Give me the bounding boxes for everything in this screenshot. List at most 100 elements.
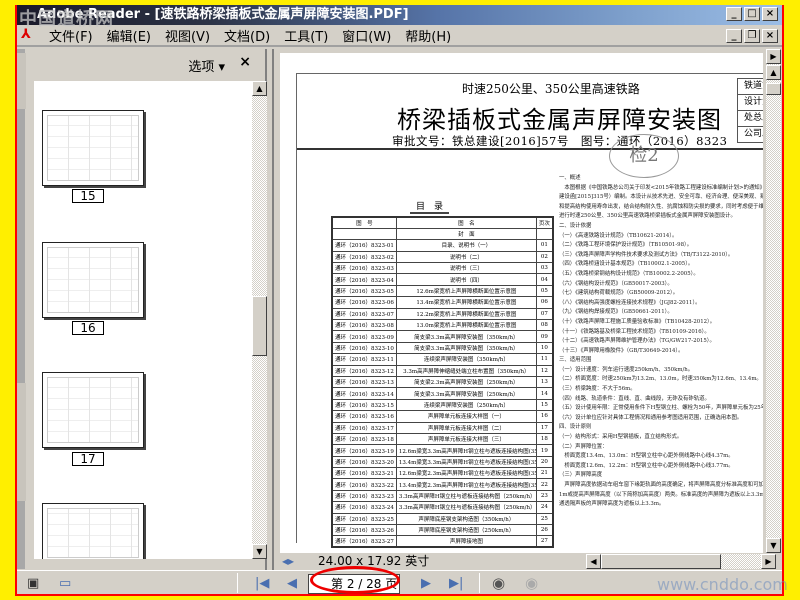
toc-cell: 12.6m梁宽3.3m高声屏障H钢立柱与遮板连接结构图(350km/h): [395, 444, 537, 457]
previous-page-icon[interactable]: ◀: [287, 576, 297, 591]
toc-cell: 26: [535, 524, 554, 537]
adobe-reader-window: 中国道桥网 Adobe Reader - [速铁路桥梁插板式金属声屏障安装图.P…: [15, 5, 788, 596]
page-thumbnail-16[interactable]: [42, 242, 144, 318]
toc-cell: 通环（2016）8323-13: [331, 375, 397, 389]
scroll-thumb[interactable]: [252, 296, 267, 356]
panel-close-button[interactable]: ×: [239, 54, 251, 70]
toc-cell: 通环（2016）8323-17: [331, 421, 397, 434]
toc-cell: 通环（2016）8323-14: [331, 387, 397, 400]
toc-row: 通环（2016）8323-08 13.0m梁宽桥上声屏障横断面位置示意图 08: [331, 318, 554, 332]
toc-cell: 通环（2016）8323-04: [331, 273, 397, 286]
toc-cell: 13.4m梁宽2.3m高声屏障H钢立柱与遮板连接结构图(350km/h): [395, 478, 537, 491]
toc-cell: 通环（2016）8323-02: [331, 250, 397, 264]
doc-minimize-button[interactable]: _: [726, 29, 742, 43]
toc-cell: 通环（2016）8323-15: [331, 398, 397, 412]
design-notes: 一、概述 本图根据《中国铁路总公司关于印发<2015年铁路工程建设标准编制计划>…: [559, 174, 763, 510]
doc-restore-button[interactable]: ❐: [744, 29, 760, 43]
note-line: （一）设计速度：列车运行速度250km/h、350km/h。: [559, 366, 694, 373]
note-line: （二）声屏障位置：: [559, 443, 608, 450]
toc-cell: 01: [535, 239, 554, 252]
toc-cell: 15: [535, 398, 554, 412]
go-forward-icon[interactable]: ◉: [525, 574, 538, 592]
toc-cell: 通环（2016）8323-18: [331, 432, 397, 446]
scroll-down-icon[interactable]: ▼: [766, 538, 781, 553]
note-line: （八）《钢结构高强度螺栓连接技术规程》（JGJ82-2011）。: [559, 299, 701, 306]
display-icon[interactable]: ▣: [27, 576, 39, 591]
next-page-icon[interactable]: ▶: [421, 576, 431, 591]
toc-cell: 19: [535, 444, 554, 457]
go-back-icon[interactable]: ◉: [492, 574, 505, 592]
scroll-left-icon[interactable]: ◀: [586, 554, 601, 569]
toc-cell: 12.6m梁宽桥上声屏障横断面位置示意图: [395, 284, 537, 298]
note-line: 四、设计原则: [559, 424, 592, 431]
scroll-up-icon[interactable]: ▲: [252, 81, 267, 96]
options-dropdown[interactable]: 选项 ▾: [188, 56, 225, 75]
toc-cell: 16: [535, 410, 554, 423]
document-hscrollbar[interactable]: ◀ ▶: [586, 554, 776, 569]
document-vscrollbar[interactable]: ▶ ▲ ▼: [766, 49, 781, 553]
doc-subtitle: 时速250公里、350公里高速铁路: [462, 82, 640, 96]
toc-cell: 24: [535, 501, 554, 514]
pdf-page: 时速250公里、350公里高速铁路 桥梁插板式金属声屏障安装图 审批文号：铁总建…: [280, 53, 763, 553]
doc-close-button[interactable]: ×: [762, 29, 778, 43]
toc-cell: 通环（2016）8323-03: [331, 262, 397, 275]
toc-cell: 通环（2016）8323-10: [331, 341, 397, 355]
toc-cell: 通环（2016）8323-21: [331, 467, 397, 480]
toc-cell: 13.4m梁宽桥上声屏障横断面位置示意图: [395, 296, 537, 309]
toc-cell: 声屏障单元板连接大样图（一）: [395, 410, 537, 423]
page-thumbnail-18[interactable]: [42, 503, 144, 559]
toc-cell: 3.3m高声屏障H钢立柱与遮板连接结构图（250km/h）: [395, 489, 537, 503]
toc-cell: 说明书（三）: [395, 262, 537, 275]
toc-cell: 10: [535, 341, 554, 355]
toc-cell: 通环（2016）8323-09: [331, 330, 397, 343]
toc-cell: 通环（2016）8323-26: [331, 524, 397, 537]
menu-help[interactable]: 帮助(H): [405, 26, 451, 45]
toc-row: 通环（2016）8323-02 说明书（二） 02: [331, 250, 554, 264]
toc-cell: 20: [535, 455, 554, 469]
scroll-right-icon[interactable]: ▶: [761, 554, 776, 569]
toc-row: 通环（2016）8323-20 13.4m梁宽3.3m高声屏障H钢立柱与遮板连接结…: [331, 455, 554, 469]
toc-title: 目 录: [410, 199, 450, 214]
scroll-up-icon[interactable]: ▲: [766, 65, 781, 80]
toc-cell: 13.0m梁宽桥上声屏障横断面位置示意图: [395, 318, 537, 332]
scroll-thumb[interactable]: [601, 554, 721, 569]
page-next-arrow-icon[interactable]: ▶: [766, 49, 781, 64]
toc-cell: 3.3m高声屏障H钢立柱与遮板连接结构图（250km/h）: [395, 501, 537, 514]
note-line: （十二）《高速铁路声屏障维护管理办法》（TG/GW217-2015）。: [559, 338, 715, 345]
scroll-thumb[interactable]: [766, 83, 781, 95]
split-icon[interactable]: ◂▸: [282, 553, 294, 569]
last-page-icon[interactable]: ▶|: [449, 576, 463, 591]
note-line: 通透隔声板的声屏障高度为遮板以上3.3m。: [559, 501, 665, 508]
page-layout-icon[interactable]: ▭: [59, 576, 71, 591]
toc-row: 通环（2016）8323-22 13.4m梁宽2.3m高声屏障H钢立柱与遮板连接结…: [331, 478, 554, 491]
thumbnail-scrollbar[interactable]: ▲ ▼: [252, 81, 267, 559]
close-button[interactable]: ×: [762, 7, 778, 21]
approval-stamp: 检2: [609, 134, 679, 178]
toc-cell: 12.6m梁宽2.3m高声屏障H钢立柱与遮板连接结构图(350km/h): [395, 467, 537, 480]
note-line: （五）《铁路桥梁钢结构设计规范》（TB10002.2-2005）。: [559, 270, 699, 277]
toc-row: 通环（2016）8323-18 声屏障单元板连接大样图（三） 18: [331, 432, 554, 446]
toc-cell: 简支梁3.3m高声屏障安装图（350km/h）: [395, 330, 537, 343]
thumbnail-label: 15: [72, 189, 104, 203]
toc-row: 通环（2016）8323-12 3.3m高声屏障伸缩缝处端立柱布置图（350km/…: [331, 364, 554, 377]
toc-cell: 简支梁3.3m高声屏障安装图（350km/h）: [395, 341, 537, 355]
pages-panel: 选项 ▾ × 15 16 17 ▲ ▼: [26, 49, 267, 570]
toc-row: 通环（2016）8323-01 目录、说明书（一） 01: [331, 239, 554, 252]
toc-cell: 04: [535, 273, 554, 286]
minimize-button[interactable]: _: [726, 7, 742, 21]
page-thumbnail-17[interactable]: [42, 372, 144, 448]
toc-row: 通环（2016）8323-10 简支梁3.3m高声屏障安装图（350km/h） 10: [331, 341, 554, 355]
menu-tools[interactable]: 工具(T): [284, 26, 328, 45]
menu-window[interactable]: 窗口(W): [342, 26, 391, 45]
scroll-down-icon[interactable]: ▼: [252, 544, 267, 559]
first-page-icon[interactable]: |◀: [255, 576, 269, 591]
toc-cell: 通环（2016）8323-19: [331, 444, 397, 457]
menu-document[interactable]: 文档(D): [224, 26, 270, 45]
title-bar: Adobe Reader - [速铁路桥梁插板式金属声屏障安装图.PDF] _ …: [17, 5, 782, 25]
page-thumbnail-15[interactable]: [42, 110, 144, 186]
menu-view[interactable]: 视图(V): [165, 26, 210, 45]
toc-cell: 13: [535, 375, 554, 389]
toc-cell: 12.2m梁宽桥上声屏障横断面位置示意图: [395, 307, 537, 321]
toc-cell: 声屏障单元板连接大样图（二）: [395, 421, 537, 434]
maximize-button[interactable]: □: [744, 7, 760, 21]
